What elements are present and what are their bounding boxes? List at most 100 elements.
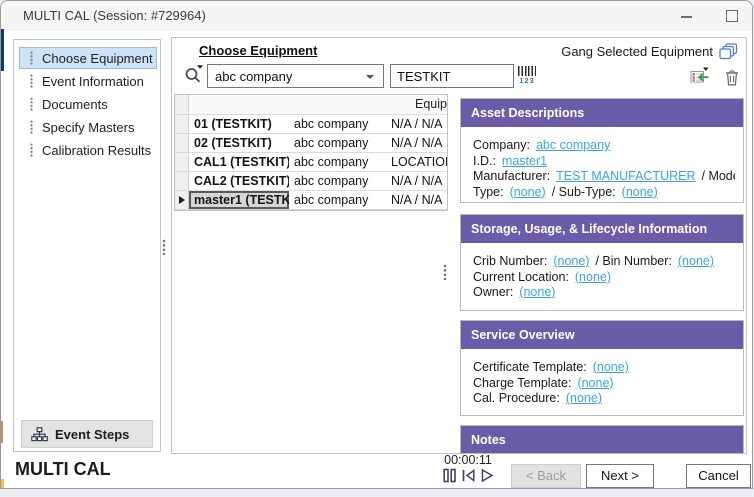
company-dropdown[interactable]: abc company [207, 64, 384, 88]
background-window-sliver [1, 421, 3, 443]
certificate-template-line: Certificate Template:(none) [473, 360, 735, 376]
gang-selected-equipment[interactable]: Gang Selected Equipment [561, 43, 738, 60]
cell-id[interactable]: CAL2 (TESTKIT) [189, 172, 289, 190]
sidebar-item-calibration-results[interactable]: Calibration Results [19, 139, 157, 161]
table-row-current[interactable]: master1 (TESTKIT) abc company N/A / N/A [175, 191, 447, 210]
table-row[interactable]: 01 (TESTKIT) abc company N/A / N/A [175, 115, 447, 134]
owner-line: Owner:(none) [473, 285, 735, 301]
notes-box: Notes [460, 425, 744, 454]
bin-number-link[interactable]: (none) [678, 254, 714, 268]
type-link[interactable]: (none) [510, 185, 546, 199]
cell-company[interactable]: abc company [289, 115, 386, 133]
current-location-line: Current Location:(none) [473, 270, 735, 286]
import-equipment-icon[interactable] [690, 67, 710, 85]
background-window-sliver [1, 29, 4, 71]
skip-start-icon[interactable] [461, 468, 476, 483]
table-header-row[interactable]: Equipment [175, 95, 447, 115]
barcode-digits: 123 [517, 77, 537, 85]
chevron-down-icon [366, 75, 374, 79]
asset-company-line: Company:abc company [473, 138, 735, 154]
drag-handle-icon [30, 97, 33, 111]
current-location-link[interactable]: (none) [575, 270, 611, 284]
back-button[interactable]: < Back [511, 464, 581, 488]
org-chart-icon [31, 427, 48, 442]
row-header-cell[interactable] [175, 153, 189, 171]
asset-manufacturer-line: Manufacturer:TEST MANUFACTURER/ Model Nu… [473, 169, 735, 185]
trash-icon[interactable] [724, 69, 740, 86]
sidebar-splitter-handle[interactable] [162, 239, 166, 255]
next-button[interactable]: Next > [586, 464, 654, 488]
row-header-cell [175, 95, 189, 114]
search-icon[interactable] [183, 64, 205, 83]
company-link[interactable]: abc company [536, 138, 610, 152]
sidebar-item-label: Event Information [42, 74, 144, 89]
event-steps-button[interactable]: Event Steps [21, 420, 153, 448]
cell-location[interactable]: N/A / N/A [386, 115, 447, 133]
cell-company[interactable]: abc company [289, 134, 386, 152]
sidebar-item-choose-equipment[interactable]: Choose Equipment [19, 47, 157, 69]
owner-link[interactable]: (none) [519, 285, 555, 299]
cal-procedure-line: Cal. Procedure:(none) [473, 391, 735, 407]
cell-company[interactable]: abc company [289, 172, 386, 190]
detail-splitter-handle[interactable] [443, 264, 447, 280]
service-overview-box: Service Overview Certificate Template:(n… [460, 320, 744, 416]
manufacturer-link[interactable]: TEST MANUFACTURER [556, 169, 695, 183]
row-header-cell[interactable] [175, 134, 189, 152]
table-row[interactable]: 02 (TESTKIT) abc company N/A / N/A [175, 134, 447, 153]
panel-title: Choose Equipment [199, 43, 317, 58]
asset-descriptions-header: Asset Descriptions [461, 99, 743, 127]
cell-location[interactable]: N/A / N/A [386, 191, 447, 209]
app-title: MULTI CAL [15, 459, 111, 480]
row-header-cell[interactable] [175, 115, 189, 133]
cell-company[interactable]: abc company [289, 153, 386, 171]
minimize-button[interactable] [681, 16, 692, 18]
background-window-sliver [1, 479, 4, 488]
cell-id[interactable]: 02 (TESTKIT) [189, 134, 289, 152]
sidebar-item-documents[interactable]: Documents [19, 93, 157, 115]
step-sidebar: Choose Equipment Event Information Docum… [13, 39, 161, 452]
barcode-icon[interactable]: 123 [517, 66, 537, 85]
drag-handle-icon [30, 51, 33, 65]
row-header-cell[interactable] [175, 191, 189, 209]
certificate-template-link[interactable]: (none) [593, 360, 629, 374]
sidebar-item-event-information[interactable]: Event Information [19, 70, 157, 92]
company-dropdown-value: abc company [215, 69, 292, 84]
sidebar-item-label: Documents [42, 97, 108, 112]
cell-location[interactable]: LOCATION [386, 153, 447, 171]
cell-location[interactable]: N/A / N/A [386, 172, 447, 190]
pause-icon[interactable] [443, 468, 457, 483]
storage-info-box: Storage, Usage, & Lifecycle Information … [460, 214, 744, 311]
play-icon[interactable] [480, 468, 494, 483]
cell-id[interactable]: 01 (TESTKIT) [189, 115, 289, 133]
session-timer: 00:00:11 [431, 453, 505, 483]
id-link[interactable]: master1 [502, 154, 547, 168]
sidebar-item-specify-masters[interactable]: Specify Masters [19, 116, 157, 138]
gang-copies-icon [719, 43, 738, 60]
table-row[interactable]: CAL1 (TESTKIT) abc company LOCATION [175, 153, 447, 172]
cancel-button[interactable]: Cancel [686, 464, 751, 488]
equipment-table: Equipment 01 (TESTKIT) abc company N/A /… [174, 94, 448, 211]
subtype-link[interactable]: (none) [622, 185, 658, 199]
storage-info-header: Storage, Usage, & Lifecycle Information [461, 215, 743, 243]
maximize-button[interactable] [726, 10, 738, 22]
service-overview-header: Service Overview [461, 321, 743, 349]
drag-handle-icon [30, 120, 33, 134]
row-header-cell[interactable] [175, 172, 189, 190]
drag-handle-icon [30, 143, 33, 157]
sidebar-item-label: Calibration Results [42, 143, 151, 158]
cell-id-selected[interactable]: master1 (TESTKIT) [189, 191, 289, 209]
table-row[interactable]: CAL2 (TESTKIT) abc company N/A / N/A [175, 172, 447, 191]
playback-controls [431, 468, 505, 483]
crib-bin-line: Crib Number:(none)/ Bin Number:(none) [473, 254, 735, 270]
charge-template-link[interactable]: (none) [577, 376, 613, 390]
cal-procedure-link[interactable]: (none) [566, 391, 602, 405]
cell-location[interactable]: N/A / N/A [386, 134, 447, 152]
cell-company[interactable]: abc company [289, 191, 386, 209]
notes-header: Notes [461, 426, 743, 454]
cell-id[interactable]: CAL1 (TESTKIT) [189, 153, 289, 171]
keyword-input[interactable] [390, 64, 514, 88]
timer-value: 00:00:11 [431, 453, 505, 467]
equipment-column-header[interactable]: Equipment [189, 95, 447, 114]
asset-id-line: I.D.:master1 [473, 154, 735, 170]
crib-number-link[interactable]: (none) [553, 254, 589, 268]
